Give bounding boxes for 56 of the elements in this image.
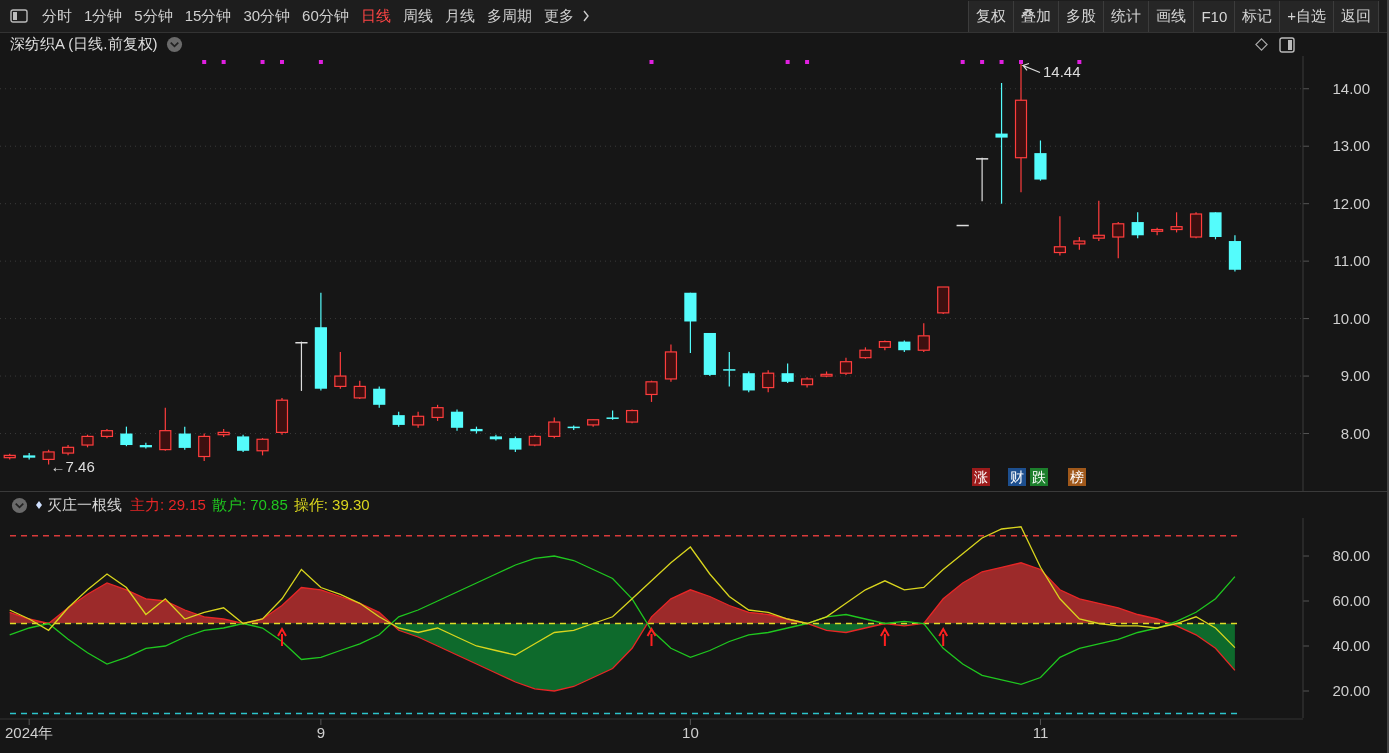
price-axis-label: 8.00 [1340,424,1370,442]
indicator-readout: 散户: 70.85 [211,495,288,515]
indicator-axis-label: 20.00 [1332,682,1370,699]
chevron-right-icon[interactable] [581,9,590,23]
dropdown-icon[interactable] [11,496,28,514]
date-axis-label: 2024年 [5,724,54,741]
period-tab[interactable]: 15分钟 [178,2,238,30]
indicator-axis-label: 40.00 [1332,637,1370,654]
candlestick [275,397,289,436]
indicator-name: 灭庄一根线 [47,495,122,515]
period-tab[interactable]: 多周期 [480,2,538,30]
news-tag[interactable]: 跌 [1030,468,1048,486]
price-axis-label: 10.00 [1332,309,1370,327]
date-axis-label: 9 [316,724,326,741]
indicator-axis-label: 60.00 [1332,592,1370,609]
period-tab[interactable]: 60分钟 [296,2,355,30]
news-tag[interactable]: 涨 [972,468,990,486]
toolbar-button[interactable]: 叠加 [1013,0,1059,32]
diamond-icon [35,500,43,510]
price-axis-label: 14.00 [1332,79,1370,97]
price-axis-label: 13.00 [1332,137,1370,155]
toolbar-button[interactable]: F10 [1193,0,1235,32]
chart-title: 深纺织A (日线.前复权) [10,35,158,54]
toolbar-button[interactable]: 标记 [1234,0,1280,32]
period-tab[interactable]: 5分钟 [128,2,179,30]
period-tab[interactable]: 月线 [438,2,481,30]
toolbar-button[interactable]: 返回 [1333,0,1379,32]
dropdown-icon[interactable] [165,36,183,53]
toolbar-button[interactable]: 统计 [1103,0,1149,32]
news-tag[interactable]: 榜 [1068,468,1086,486]
high-price-label: 14.44 [1043,63,1081,81]
date-axis-label: 10 [682,724,699,741]
period-tab[interactable]: 分时 [36,2,78,30]
price-axis-label: 12.00 [1332,194,1370,212]
period-tab[interactable]: 周线 [396,2,439,30]
price-axis-label: 9.00 [1340,367,1370,385]
period-tab[interactable]: 更多 [537,2,580,30]
diamond-icon[interactable] [1254,37,1269,52]
period-tab[interactable]: 1分钟 [78,2,129,30]
panel-toggle-icon[interactable] [1279,36,1295,53]
price-axis-label: 11.00 [1333,252,1370,270]
arrow-icon [1021,62,1041,74]
period-tab[interactable]: 日线 [354,2,397,30]
indicator-readout: 操作: 39.30 [293,495,370,515]
low-price-label: ←7.46 [50,457,95,475]
toolbar-button[interactable]: 多股 [1058,0,1104,32]
news-tag[interactable]: 财 [1008,468,1026,486]
indicator-axis-label: 80.00 [1332,547,1370,564]
indicator-readout: 主力: 29.15 [130,495,206,515]
toolbar-button[interactable]: 复权 [968,0,1014,32]
candlestick [645,380,658,403]
toolbar-button[interactable]: +自选 [1279,0,1333,32]
period-tab[interactable]: 30分钟 [237,2,297,30]
panel-toggle-icon[interactable] [10,9,28,23]
toolbar-button[interactable]: 画线 [1148,0,1194,32]
date-axis-label: 11 [1032,724,1049,741]
